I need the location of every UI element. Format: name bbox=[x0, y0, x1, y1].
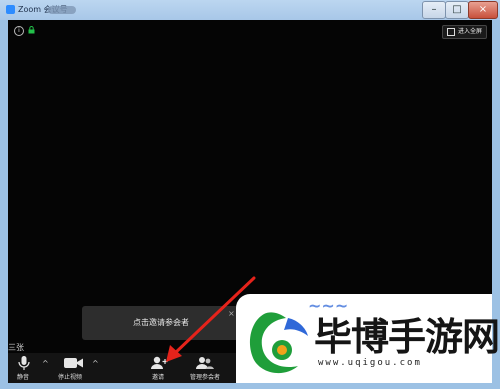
watermark-logo-icon bbox=[249, 312, 308, 374]
watermark-brand: 毕博手游网 bbox=[314, 315, 500, 359]
site-watermark: ~~~ 毕博手游网 www.uqigou.com bbox=[236, 294, 500, 383]
watermark-url: www.uqigou.com bbox=[318, 358, 422, 368]
zoom-window: Zoom 会议号 – □ × i 进入全屏 点击邀请参会者 × 三张 静音 ^ … bbox=[0, 0, 500, 389]
